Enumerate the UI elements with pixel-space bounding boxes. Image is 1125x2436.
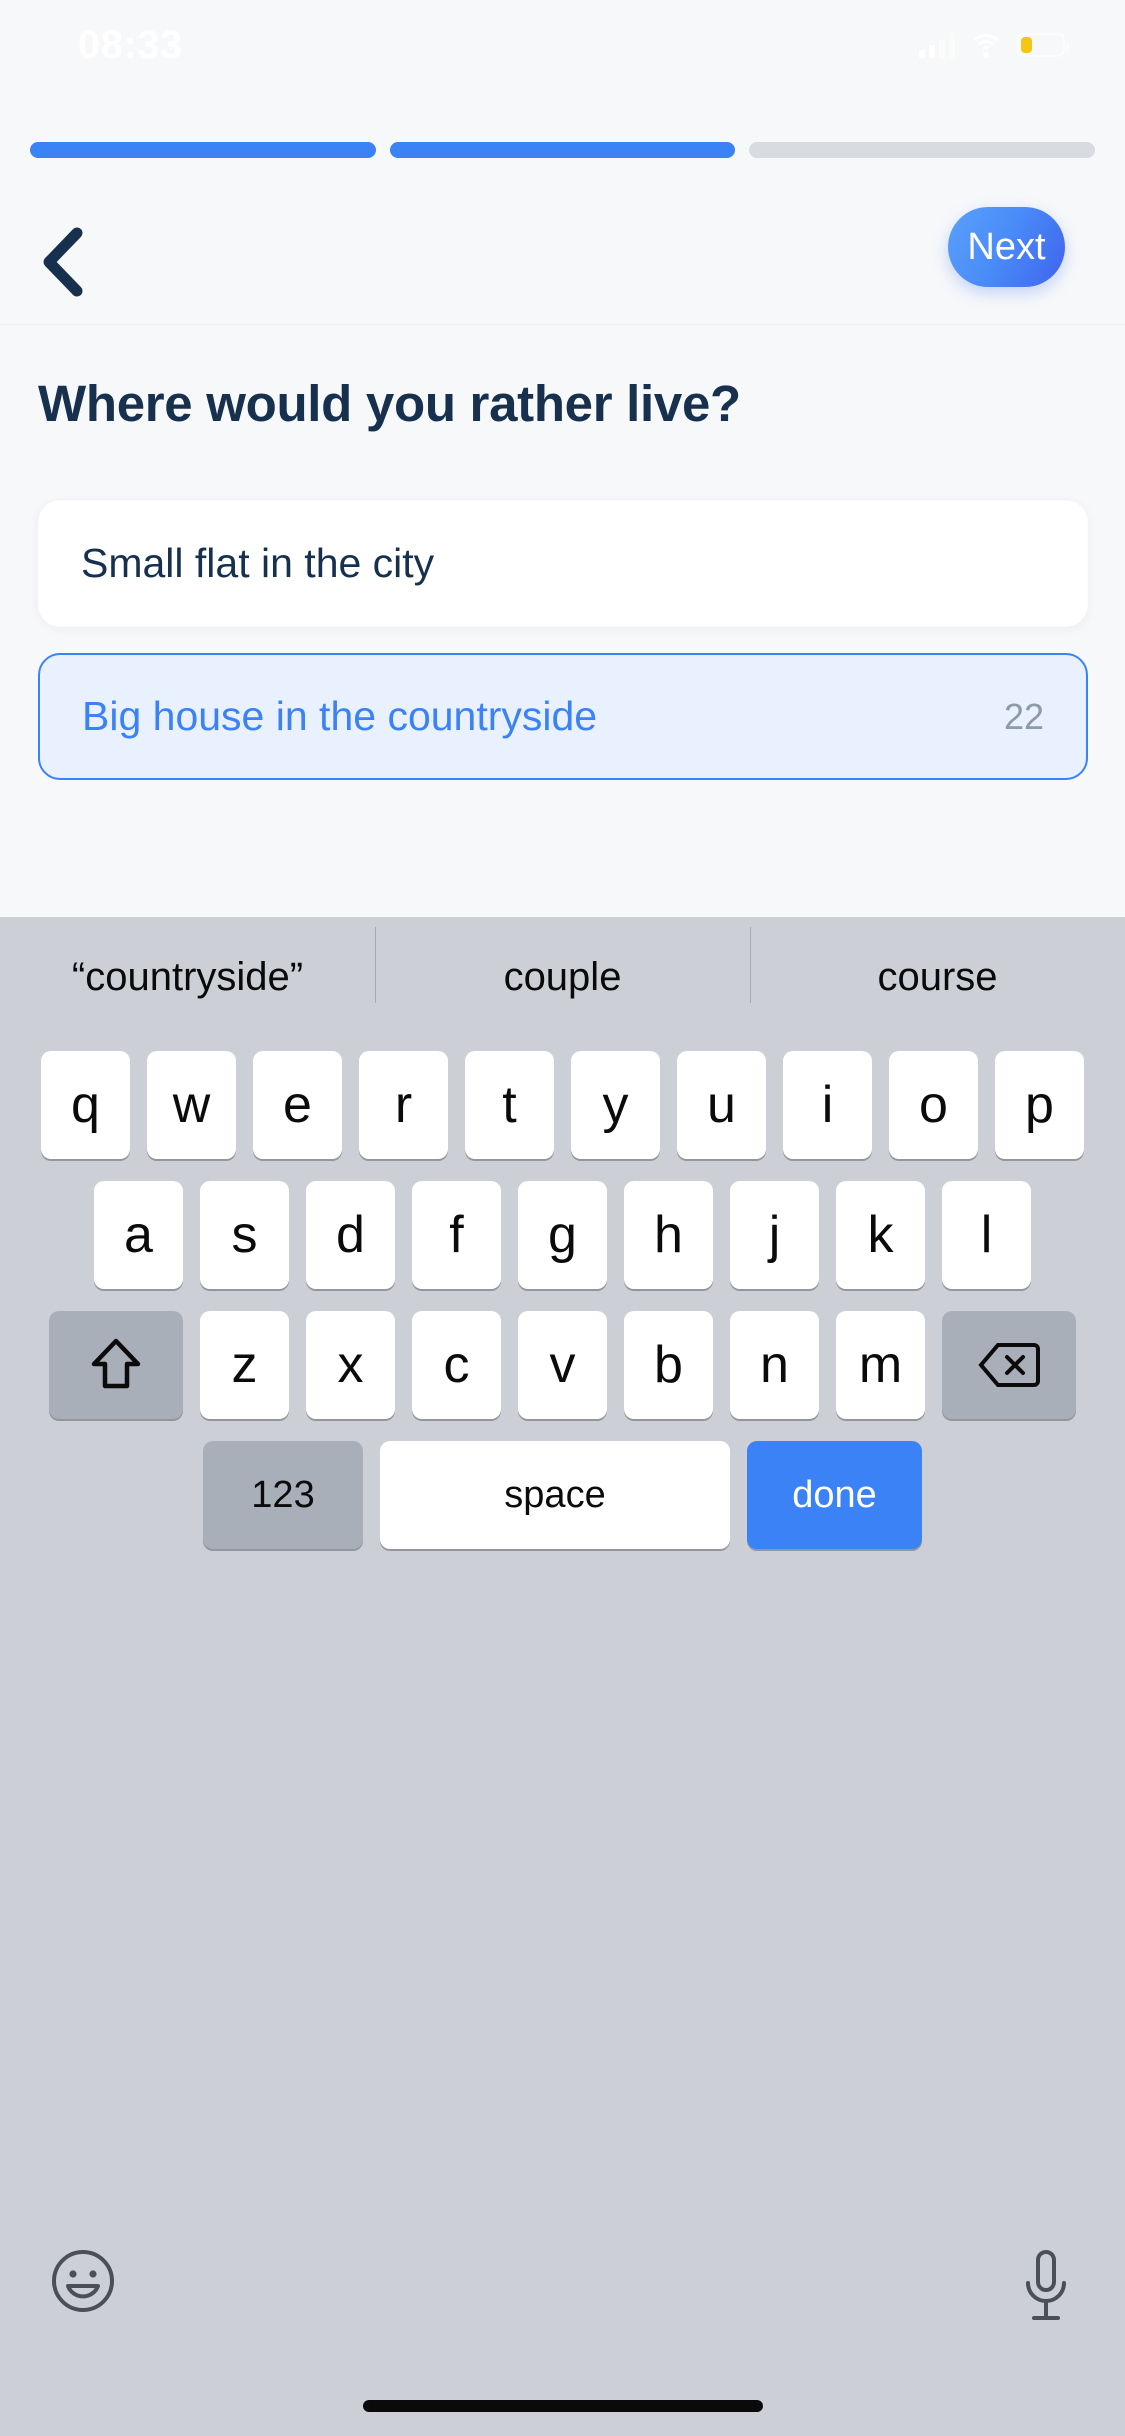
key-x[interactable]: x: [306, 1311, 395, 1419]
space-key[interactable]: space: [380, 1441, 730, 1549]
key-l[interactable]: l: [942, 1181, 1031, 1289]
key-e[interactable]: e: [253, 1051, 342, 1159]
key-o[interactable]: o: [889, 1051, 978, 1159]
next-button[interactable]: Next: [948, 207, 1065, 287]
key-r[interactable]: r: [359, 1051, 448, 1159]
back-button[interactable]: [22, 222, 102, 302]
home-indicator: [363, 2400, 763, 2412]
battery-icon: [1017, 33, 1065, 57]
key-s[interactable]: s: [200, 1181, 289, 1289]
key-u[interactable]: u: [677, 1051, 766, 1159]
keyboard-bottom-bar: [0, 2236, 1125, 2436]
shift-up-arrow-icon: [88, 1336, 144, 1394]
next-button-label: Next: [967, 226, 1045, 269]
cellular-signal-icon: [919, 32, 955, 58]
chevron-left-icon: [39, 227, 85, 297]
key-q[interactable]: q: [41, 1051, 130, 1159]
phone-screen: 08:33 Next Where would you rather live?: [0, 0, 1125, 2436]
progress-segment-2: [390, 142, 736, 158]
key-i[interactable]: i: [783, 1051, 872, 1159]
key-h[interactable]: h: [624, 1181, 713, 1289]
key-b[interactable]: b: [624, 1311, 713, 1419]
header-nav: Next: [0, 200, 1125, 325]
emoji-button[interactable]: [50, 2248, 116, 2319]
key-d[interactable]: d: [306, 1181, 395, 1289]
key-p[interactable]: p: [995, 1051, 1084, 1159]
backspace-delete-icon: [978, 1341, 1040, 1389]
key-g[interactable]: g: [518, 1181, 607, 1289]
status-bar-icons: [919, 32, 1065, 58]
microphone-button[interactable]: [1017, 2248, 1075, 2333]
key-v[interactable]: v: [518, 1311, 607, 1419]
key-a[interactable]: a: [94, 1181, 183, 1289]
option-card-2[interactable]: Big house in the countryside 22: [38, 653, 1088, 780]
keyboard-suggestion-bar: “countryside” couple course: [0, 917, 1125, 1037]
option-count: 22: [1004, 696, 1044, 738]
keyboard-row-4: 123 space done: [0, 1419, 1125, 1549]
option-label: Small flat in the city: [81, 540, 1045, 587]
done-key[interactable]: done: [747, 1441, 922, 1549]
progress-indicator: [0, 142, 1125, 158]
keyboard-row-3: z x c v b n m: [0, 1289, 1125, 1419]
option-label: Big house in the countryside: [82, 693, 1004, 740]
keyboard-row-2: a s d f g h j k l: [0, 1159, 1125, 1289]
numbers-key[interactable]: 123: [203, 1441, 363, 1549]
status-bar-time: 08:33: [78, 23, 183, 68]
backspace-key[interactable]: [942, 1311, 1076, 1419]
key-c[interactable]: c: [412, 1311, 501, 1419]
progress-segment-3: [749, 142, 1095, 158]
key-f[interactable]: f: [412, 1181, 501, 1289]
microphone-icon: [1017, 2315, 1075, 2332]
question-title: Where would you rather live?: [38, 374, 1038, 433]
on-screen-keyboard: “countryside” couple course q w e r t y …: [0, 917, 1125, 2436]
key-m[interactable]: m: [836, 1311, 925, 1419]
options-list: Small flat in the city Big house in the …: [38, 500, 1088, 806]
key-w[interactable]: w: [147, 1051, 236, 1159]
shift-key[interactable]: [49, 1311, 183, 1419]
emoji-smiley-icon: [50, 2301, 116, 2318]
status-bar: 08:33: [0, 0, 1125, 90]
key-j[interactable]: j: [730, 1181, 819, 1289]
keyboard-row-1: q w e r t y u i o p: [0, 1037, 1125, 1159]
key-y[interactable]: y: [571, 1051, 660, 1159]
suggestion-3[interactable]: course: [750, 955, 1125, 1000]
key-n[interactable]: n: [730, 1311, 819, 1419]
wifi-icon: [969, 32, 1003, 58]
key-z[interactable]: z: [200, 1311, 289, 1419]
suggestion-1[interactable]: “countryside”: [0, 955, 375, 1000]
suggestion-2[interactable]: couple: [375, 955, 750, 1000]
key-t[interactable]: t: [465, 1051, 554, 1159]
progress-segment-1: [30, 142, 376, 158]
key-k[interactable]: k: [836, 1181, 925, 1289]
option-card-1[interactable]: Small flat in the city: [38, 500, 1088, 627]
